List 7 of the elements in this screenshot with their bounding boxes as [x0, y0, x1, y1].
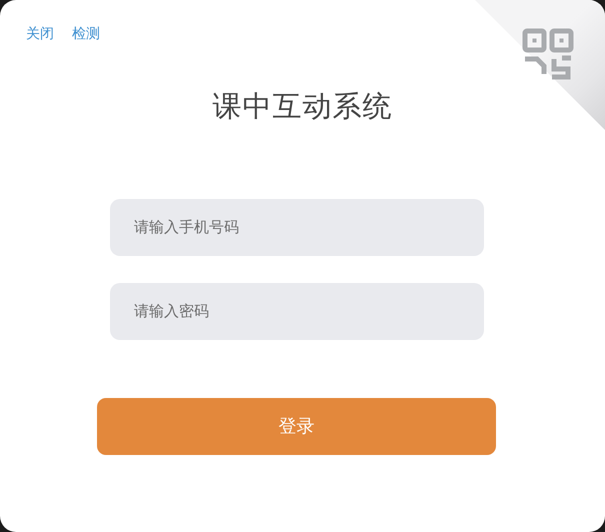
- app-title: 课中互动系统: [212, 88, 394, 125]
- input-field[interactable]: 请输入密码: [110, 282, 484, 340]
- top-link[interactable]: 检测: [72, 24, 100, 45]
- input-field[interactable]: 请输入手机号码: [110, 198, 484, 256]
- top-link[interactable]: 关闭: [26, 24, 54, 45]
- login-button[interactable]: 登录: [97, 398, 496, 454]
- qr-code-icon[interactable]: [522, 28, 574, 80]
